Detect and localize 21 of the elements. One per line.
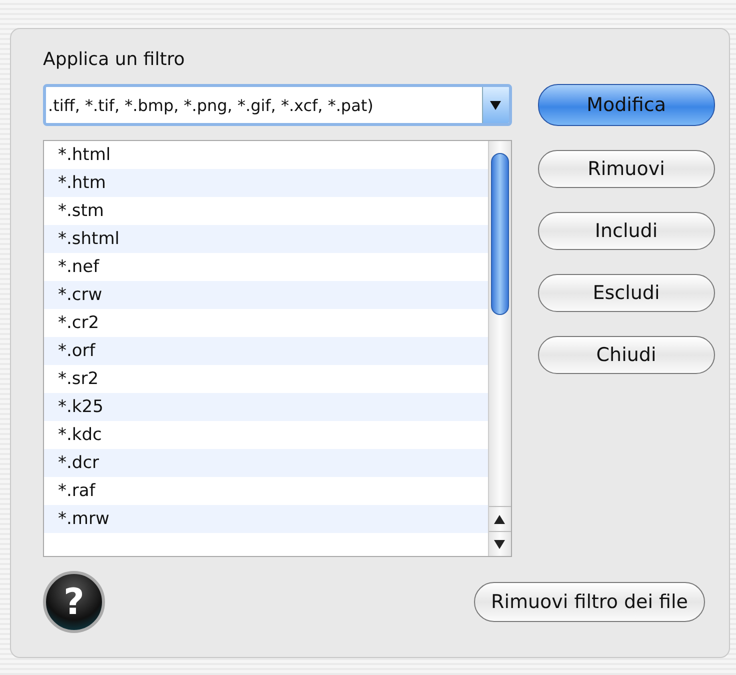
list-item[interactable]: *.crw [44, 281, 488, 309]
list-item[interactable]: *.k25 [44, 393, 488, 421]
filter-label: Applica un filtro [43, 49, 186, 70]
default-button[interactable]: Modifica [538, 84, 715, 126]
help-button[interactable]: ? [43, 571, 105, 633]
scroll-up-icon[interactable] [494, 514, 506, 524]
list-item[interactable]: *.mrw [44, 505, 488, 533]
push-button[interactable]: Chiudi [538, 336, 715, 374]
scroll-down-icon[interactable] [494, 540, 506, 548]
list-item[interactable]: *.dcr [44, 449, 488, 477]
list-item[interactable]: *.htm [44, 169, 488, 197]
dropdown-arrow-icon [490, 100, 502, 110]
list-item[interactable]: *.shtml [44, 225, 488, 253]
remove-filter-button[interactable]: Rimuovi filtro dei file [474, 582, 705, 622]
push-button[interactable]: Includi [538, 212, 715, 250]
push-button[interactable]: Rimuovi [538, 150, 715, 188]
push-button[interactable]: Escludi [538, 274, 715, 312]
filter-combo-box[interactable]: .tiff, *.tif, *.bmp, *.png, *.gif, *.xcf, *.pat) [43, 84, 512, 126]
scrollbar[interactable] [488, 141, 511, 556]
scroll-thumb[interactable] [490, 153, 509, 315]
list-item[interactable]: *.orf [44, 337, 488, 365]
